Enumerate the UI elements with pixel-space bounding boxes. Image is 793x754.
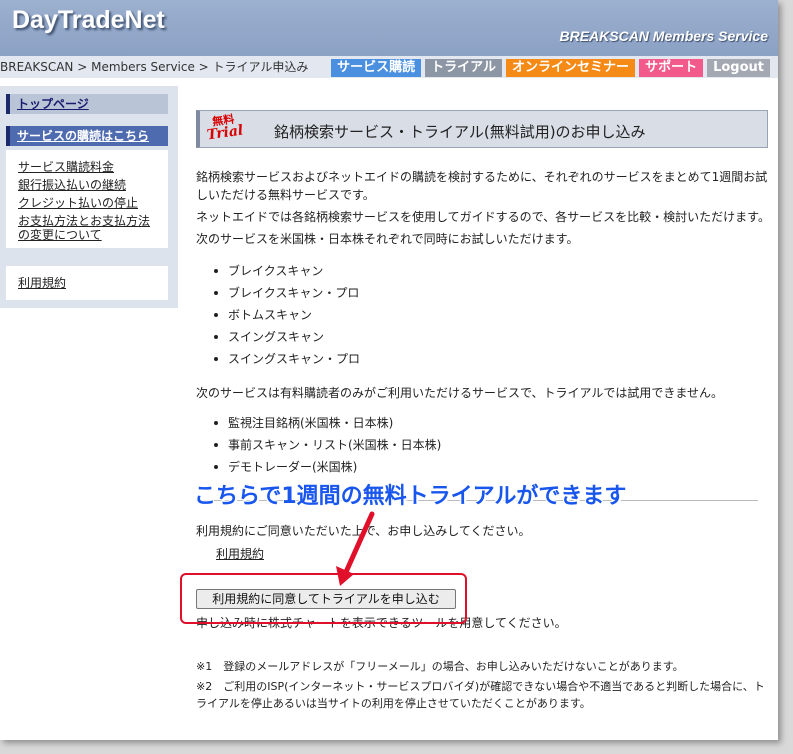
sidebar-item-subscribe[interactable]: サービスの購読はこちら: [6, 126, 168, 146]
nav-bar: BREAKSCAN > Members Service > トライアル申込み サ…: [0, 56, 778, 78]
list-item: ボトムスキャン: [214, 304, 360, 326]
trial-callout: こちらで1週間の無料トライアルができます: [194, 484, 627, 509]
sidebar-link-credit-stop[interactable]: クレジット払いの停止: [18, 196, 138, 210]
paid-services-intro: 次のサービスは有料購読者のみがご利用いただけるサービスで、トライアルでは試用でき…: [196, 386, 724, 400]
intro-text-1: 銘柄検索サービスおよびネットエイドの購読を検討するために、それぞれのサービスをま…: [196, 170, 768, 202]
nav-support[interactable]: サポート: [639, 59, 704, 77]
breadcrumb: BREAKSCAN > Members Service > トライアル申込み: [0, 60, 309, 74]
highlight-box: [180, 573, 467, 624]
sidebar: トップページ サービスの購読はこちら サービス購読料金 銀行振込払いの継続 クレ…: [0, 86, 178, 308]
terms-link[interactable]: 利用規約: [216, 545, 264, 562]
free-trial-badge: 無料 Trial: [204, 112, 245, 144]
nav-seminar[interactable]: オンラインセミナー: [506, 59, 636, 77]
top-nav: サービス購読 トライアル オンラインセミナー サポート Logout: [327, 59, 770, 77]
sidebar-terms-box: 利用規約: [6, 266, 168, 300]
list-item: ブレイクスキャン: [214, 260, 360, 282]
members-service-label: BREAKSCAN Members Service: [559, 28, 768, 44]
note-2: ※2 ご利用のISP(インターネット・サービスプロバイダ)が確認できない場合や不…: [196, 680, 765, 710]
nav-subscribe[interactable]: サービス購読: [331, 59, 422, 77]
site-header: DayTradeNet BREAKSCAN Members Service: [0, 0, 778, 56]
paid-services-list: 監視注目銘柄(米国株・日本株) 事前スキャン・リスト(米国株・日本株) デモトレ…: [214, 412, 441, 478]
site-logo[interactable]: DayTradeNet: [12, 6, 165, 35]
sidebar-link-terms[interactable]: 利用規約: [18, 276, 66, 290]
intro-text-2: ネットエイドでは各銘柄検索サービスを使用してガイドするので、各サービスを比較・検…: [196, 210, 770, 224]
list-item: スイングスキャン・プロ: [214, 348, 360, 370]
list-item: デモトレーダー(米国株): [214, 456, 441, 478]
badge-trial-text: Trial: [205, 122, 245, 144]
nav-logout[interactable]: Logout: [707, 59, 770, 77]
list-item: ブレイクスキャン・プロ: [214, 282, 360, 304]
page-title-bar: 無料 Trial 銘柄検索サービス・トライアル(無料試用)のお申し込み: [196, 110, 768, 148]
page-title: 銘柄検索サービス・トライアル(無料試用)のお申し込み: [274, 123, 646, 141]
arrow-icon: [336, 511, 375, 586]
note-1: ※1 登録のメールアドレスが「フリーメール」の場合、お申し込みいただけないことが…: [196, 660, 684, 673]
list-item: 監視注目銘柄(米国株・日本株): [214, 412, 441, 434]
sidebar-link-pricing[interactable]: サービス購読料金: [18, 160, 114, 174]
trial-services-list: ブレイクスキャン ブレイクスキャン・プロ ボトムスキャン スイングスキャン スイ…: [214, 260, 360, 370]
list-item: スイングスキャン: [214, 326, 360, 348]
sidebar-item-top-page[interactable]: トップページ: [6, 94, 168, 114]
list-item: 事前スキャン・リスト(米国株・日本株): [214, 434, 441, 456]
sidebar-submenu: サービス購読料金 銀行振込払いの継続 クレジット払いの停止 お支払方法とお支払方…: [6, 150, 168, 248]
sidebar-link-payment-change[interactable]: お支払方法とお支払方法の変更について: [18, 214, 158, 242]
nav-trial[interactable]: トライアル: [425, 59, 503, 77]
intro-text-3: 次のサービスを米国株・日本株それぞれで同時にお試しいただけます。: [196, 232, 579, 246]
sidebar-link-bank-transfer[interactable]: 銀行振込払いの継続: [18, 178, 126, 192]
browser-page: DayTradeNet BREAKSCAN Members Service BR…: [0, 0, 778, 740]
